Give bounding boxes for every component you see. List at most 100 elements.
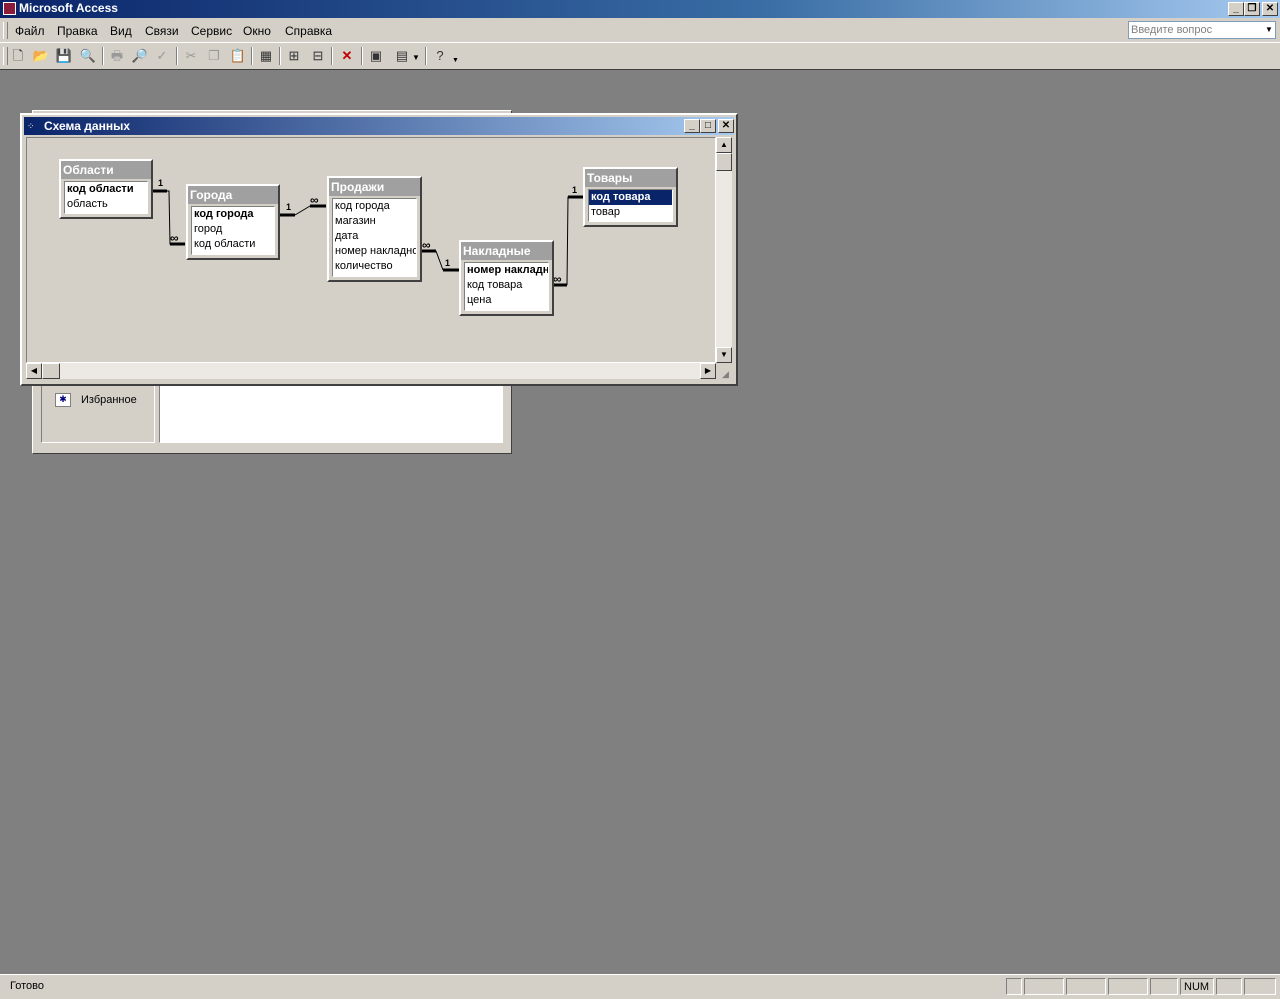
spelling-icon[interactable]: ✓: [152, 46, 172, 66]
close-button[interactable]: ✕: [1262, 2, 1278, 16]
help-dropdown-icon[interactable]: ▼: [452, 57, 459, 64]
field-item[interactable]: номер накладно: [465, 263, 548, 278]
show-all-icon[interactable]: ⊟: [308, 46, 328, 66]
status-panel: [1024, 978, 1064, 995]
paste-icon[interactable]: 📋: [228, 46, 248, 66]
menu-edit[interactable]: Правка: [57, 24, 98, 38]
field-item[interactable]: код области: [192, 237, 274, 252]
many-marker-1: ∞: [170, 231, 179, 245]
app-title-bar: Microsoft Access _ ❐ ✕: [0, 0, 1280, 18]
field-item[interactable]: город: [192, 222, 274, 237]
relationships-window[interactable]: ⁘ Схема данных _ □ ✕ 1 ∞ 1 ∞ ∞ 1 ∞ 1 Обл…: [20, 113, 738, 386]
table-prodazhi[interactable]: Продажи код города магазин дата номер на…: [327, 176, 422, 282]
field-item[interactable]: дата: [333, 229, 416, 244]
relwin-minimize-button[interactable]: _: [684, 119, 700, 133]
table-title[interactable]: Области: [61, 161, 151, 179]
relwin-maximize-button[interactable]: □: [700, 119, 716, 133]
field-item[interactable]: количество: [333, 259, 416, 274]
field-item[interactable]: цена: [465, 293, 548, 308]
status-panel: [1066, 978, 1106, 995]
copy-icon[interactable]: ❐: [204, 46, 224, 66]
field-item[interactable]: код области: [65, 182, 147, 197]
status-panel: [1216, 978, 1242, 995]
relationships-canvas[interactable]: 1 ∞ 1 ∞ ∞ 1 ∞ 1 Области код области обла…: [26, 137, 716, 363]
scroll-right-icon[interactable]: ▶: [700, 363, 716, 379]
field-list[interactable]: код области область: [64, 181, 148, 214]
horizontal-scroll-thumb[interactable]: [42, 363, 60, 379]
menu-window[interactable]: Окно: [243, 24, 271, 38]
menu-view[interactable]: Вид: [110, 24, 132, 38]
relationships-title-bar[interactable]: ⁘ Схема данных _ □ ✕: [24, 117, 734, 135]
one-marker-3: 1: [445, 258, 450, 268]
new-object-icon[interactable]: ▤: [392, 46, 412, 66]
scroll-left-icon[interactable]: ◀: [26, 363, 42, 379]
toolbar-separator: [176, 47, 178, 65]
many-marker-3: ∞: [422, 238, 431, 252]
field-list[interactable]: код товара товар: [588, 189, 673, 222]
relationships-window-icon[interactable]: ⁘: [27, 121, 39, 131]
table-goroda[interactable]: Города код города город код области: [186, 184, 280, 260]
print-preview-icon[interactable]: 🔎: [130, 46, 150, 66]
save-icon[interactable]: 💾: [54, 46, 74, 66]
relwin-close-button[interactable]: ✕: [718, 119, 734, 133]
cut-icon[interactable]: ✂: [181, 46, 201, 66]
resize-grip-icon[interactable]: ◢: [722, 369, 732, 379]
relationship-line-4: [566, 196, 583, 286]
favorites-icon[interactable]: ✱: [55, 393, 71, 407]
database-window-icon[interactable]: ▣: [366, 46, 386, 66]
access-app-icon[interactable]: [3, 2, 16, 15]
menu-relationships[interactable]: Связи: [145, 24, 179, 38]
scroll-up-icon[interactable]: ▲: [716, 137, 732, 153]
one-marker-4: 1: [572, 185, 577, 195]
table-title[interactable]: Накладные: [461, 242, 552, 260]
menu-grip[interactable]: [3, 22, 8, 39]
show-direct-icon[interactable]: ⊞: [284, 46, 304, 66]
many-marker-2: ∞: [310, 193, 319, 207]
ask-question-input[interactable]: Введите вопрос ▼: [1128, 21, 1276, 39]
menu-file[interactable]: Файл: [15, 24, 45, 38]
show-table-icon[interactable]: ▦: [256, 46, 276, 66]
new-object-dropdown-icon[interactable]: ▼: [412, 53, 420, 62]
vertical-scrollbar[interactable]: ▲ ▼: [716, 137, 732, 363]
table-title[interactable]: Города: [188, 186, 278, 204]
field-item[interactable]: номер накладно: [333, 244, 416, 259]
table-oblasti[interactable]: Области код области область: [59, 159, 153, 219]
ask-dropdown-icon[interactable]: ▼: [1263, 22, 1275, 38]
new-icon[interactable]: 🗋: [8, 46, 28, 66]
status-panel: [1150, 978, 1178, 995]
status-panel: [1006, 978, 1022, 995]
menu-tools[interactable]: Сервис: [191, 24, 232, 38]
print-icon[interactable]: 🖶: [107, 46, 127, 66]
menu-help[interactable]: Справка: [285, 24, 332, 38]
field-item[interactable]: код города: [192, 207, 274, 222]
field-item-selected[interactable]: код товара: [589, 190, 672, 205]
table-nakladnye[interactable]: Накладные номер накладно код товара цена: [459, 240, 554, 316]
horizontal-scrollbar[interactable]: ◀ ▶: [26, 363, 716, 379]
status-panel: [1108, 978, 1148, 995]
field-item[interactable]: область: [65, 197, 147, 212]
field-item[interactable]: товар: [589, 205, 672, 220]
field-list[interactable]: код города город код области: [191, 206, 275, 255]
help-icon[interactable]: ?: [430, 46, 450, 66]
restore-button[interactable]: ❐: [1244, 2, 1260, 16]
scroll-down-icon[interactable]: ▼: [716, 347, 732, 363]
favorites-label[interactable]: Избранное: [81, 394, 137, 406]
field-item[interactable]: код товара: [465, 278, 548, 293]
open-icon[interactable]: 📂: [31, 46, 51, 66]
table-title[interactable]: Товары: [585, 169, 676, 187]
delete-icon[interactable]: ✕: [337, 46, 357, 66]
field-item[interactable]: магазин: [333, 214, 416, 229]
toolbar-separator: [251, 47, 253, 65]
search-icon[interactable]: 🔍: [78, 46, 98, 66]
minimize-button[interactable]: _: [1228, 2, 1244, 16]
relationship-line-3: [435, 250, 444, 271]
ask-question-placeholder: Введите вопрос: [1131, 24, 1213, 36]
field-item[interactable]: код города: [333, 199, 416, 214]
table-title[interactable]: Продажи: [329, 178, 420, 196]
table-tovary[interactable]: Товары код товара товар: [583, 167, 678, 227]
toolbar-separator: [331, 47, 333, 65]
vertical-scroll-thumb[interactable]: [716, 153, 732, 171]
field-list[interactable]: номер накладно код товара цена: [464, 262, 549, 311]
many-marker-4: ∞: [553, 272, 562, 286]
field-list[interactable]: код города магазин дата номер накладно к…: [332, 198, 417, 277]
